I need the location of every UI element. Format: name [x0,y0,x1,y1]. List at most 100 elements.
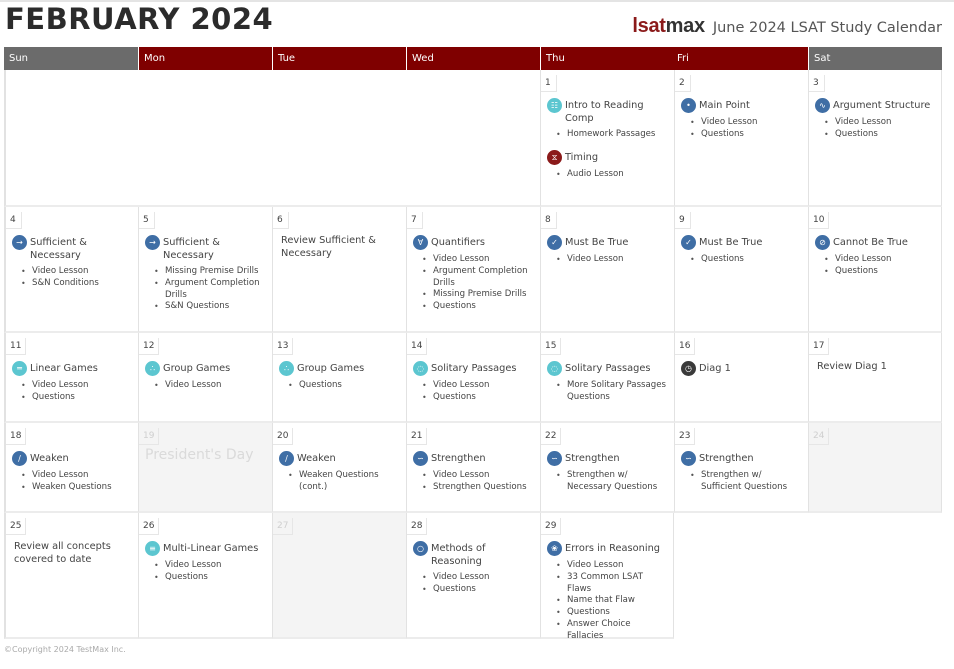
topic-heading[interactable]: ◌ Solitary Passages [547,361,668,376]
day-number: 22 [541,428,562,445]
day-cell-off[interactable]: 27 [272,513,406,639]
day-cell[interactable]: 22 ∽Strengthen Strengthen w/ Necessary Que… [540,423,674,513]
day-cell[interactable]: 16 ◷ Diag 1 [674,333,808,423]
weekday-mon: Mon [138,47,272,70]
day-cell[interactable]: 4 →Sufficient & Necessary Video LessonS&N … [4,207,138,333]
topic-heading[interactable]: ⧖ Timing [547,149,668,165]
day-cell[interactable]: 9 ✓Must Be True Questions [674,207,808,333]
day-cell[interactable]: 6 Review Sufficient & Necessary [272,207,406,333]
day-cell[interactable]: 7 ∀Quantifiers Video LessonArgument Comple… [406,207,540,333]
day-number: 21 [407,428,428,445]
topic-heading[interactable]: • Main Point [681,98,802,113]
week-row: 18∕WeakenVideo LessonWeaken Questions 19… [4,423,942,513]
sn-arrow-icon: → [12,235,27,250]
day-content: ∽Strengthen Strengthen w/ Necessary Quest… [541,445,674,494]
checkmark-icon: ✓ [547,235,562,250]
topic-title: Sufficient & Necessary [163,237,220,261]
day-cell[interactable]: 8 ✓Must Be True Video Lesson [540,207,674,333]
topic-title: Solitary Passages [565,363,651,374]
topic-heading[interactable]: ∽ Strengthen [413,451,534,466]
topic-heading[interactable]: ∕ Weaken [279,451,400,466]
day-number: 17 [809,338,830,355]
day-content: ○Methods of Reasoning Video LessonQuestio… [407,535,540,596]
topic-heading[interactable]: ○ Methods of Reasoning [413,541,534,568]
task-item: Video Lesson [422,380,534,392]
day-content: ∽Strengthen Strengthen w/ Sufficient Ques… [675,445,808,494]
day-number: 20 [273,428,294,445]
clock-icon: ◷ [681,361,696,376]
day-note: Review all concepts covered to date [14,541,111,565]
task-list: Video LessonWeaken Questions [21,470,132,494]
topic-title: Diag 1 [699,363,731,374]
topic-heading[interactable]: ∴ Group Games [279,361,400,376]
day-cell[interactable]: 21 ∽Strengthen Video LessonStrengthen Ques… [406,423,540,513]
day-cell[interactable]: 20 ∕Weaken Weaken Questions (cont.) [272,423,406,513]
task-list: Video LessonQuestions [21,380,132,404]
day-cell[interactable]: 13 ∴Group Games Questions [272,333,406,423]
day-cell[interactable]: 1 ☷Intro to Reading Comp Homework Passages… [540,70,674,207]
topic-heading[interactable]: ∽ Strengthen [681,451,802,466]
topic-heading[interactable]: ∀ Quantifiers [413,235,534,250]
weekday-wed: Wed [406,47,540,70]
day-cell-holiday[interactable]: 19 President's Day [138,423,272,513]
topic-heading[interactable]: ✓ Must Be True [681,235,802,250]
day-content: ≡Multi-Linear Games Video LessonQuestions [139,535,272,584]
topic-heading[interactable]: ⊘ Cannot Be True [815,235,935,250]
day-note: Review Diag 1 [817,361,887,372]
topic-title: Argument Structure [833,100,931,111]
topic-heading[interactable]: → Sufficient & Necessary [12,235,132,262]
task-item: Argument Completion Drills [154,278,266,302]
day-cell-off[interactable]: 24 [808,423,942,513]
topic-heading[interactable]: ∽ Strengthen [547,451,668,466]
topic-heading[interactable]: ❀ Errors in Reasoning [547,541,667,556]
day-cell[interactable]: 28 ○Methods of Reasoning Video LessonQuest… [406,513,540,639]
task-item: Argument Completion Drills [422,266,534,290]
topic-title: Weaken [30,453,69,464]
day-cell[interactable]: 15 ◌Solitary Passages More Solitary Passag… [540,333,674,423]
task-item: Weaken Questions (cont.) [288,470,400,494]
day-number: 28 [407,518,428,535]
day-cell[interactable]: 10 ⊘Cannot Be True Video LessonQuestions [808,207,942,333]
topic-title: Group Games [163,363,231,374]
task-item: Video Lesson [824,254,935,266]
day-cell[interactable]: 23 ∽Strengthen Strengthen w/ Sufficient Qu… [674,423,808,513]
task-list: Strengthen w/ Sufficient Questions [690,470,802,494]
topic-heading[interactable]: ☷ Intro to Reading Comp [547,98,668,125]
task-item: Video Lesson [21,266,132,278]
day-cell[interactable]: 5 →Sufficient & Necessary Missing Premise … [138,207,272,333]
day-content: ◌Solitary Passages Video LessonQuestions [407,355,540,404]
day-cell[interactable]: 29 ❀Errors in Reasoning Video Lesson33 Com… [540,513,674,641]
day-cell[interactable]: 17 Review Diag 1 [808,333,942,423]
task-item: Questions [690,129,802,141]
day-cell[interactable]: 26 ≡Multi-Linear Games Video LessonQuestio… [138,513,272,639]
task-item: Video Lesson [154,380,266,392]
topic-heading[interactable]: ≡ Multi-Linear Games [145,541,266,556]
task-list: Missing Premise DrillsArgument Completio… [154,266,266,313]
day-content: →Sufficient & Necessary Video LessonS&N C… [6,229,138,290]
topic-heading[interactable]: ◌ Solitary Passages [413,361,534,376]
topic-heading[interactable]: ✓ Must Be True [547,235,668,250]
day-cell[interactable]: 11 ═Linear Games Video LessonQuestions [4,333,138,423]
day-cell[interactable]: 3 ∿Argument Structure Video LessonQuestion… [808,70,942,207]
sn-arrow-icon: → [145,235,160,250]
topic-title: Timing [565,151,599,163]
lightbulb-icon: • [681,98,696,113]
day-cell[interactable]: 12 ∴Group Games Video Lesson [138,333,272,423]
task-item: Questions [824,129,935,141]
task-item: Strengthen w/ Necessary Questions [556,470,668,494]
day-cell[interactable]: 2 •Main Point Video LessonQuestions [674,70,808,207]
weekday-sat: Sat [808,47,942,70]
topic-heading[interactable]: ∴ Group Games [145,361,266,376]
day-cell[interactable]: 18 ∕Weaken Video LessonWeaken Questions [4,423,138,513]
topic-heading[interactable]: → Sufficient & Necessary [145,235,266,262]
topic-heading[interactable]: ═ Linear Games [12,361,132,376]
topic-heading[interactable]: ◷ Diag 1 [681,361,802,376]
topic-heading[interactable]: ∕ Weaken [12,451,132,466]
topic-heading[interactable]: ∿ Argument Structure [815,98,935,113]
day-cell[interactable]: 14 ◌Solitary Passages Video LessonQuestion… [406,333,540,423]
topic-title: Cannot Be True [833,237,908,248]
topic-title: Methods of Reasoning [431,543,486,567]
day-cell[interactable]: 25 Review all concepts covered to date [4,513,138,639]
hourglass-icon: ⧖ [547,149,562,165]
task-list: Video LessonQuestions [690,117,802,141]
